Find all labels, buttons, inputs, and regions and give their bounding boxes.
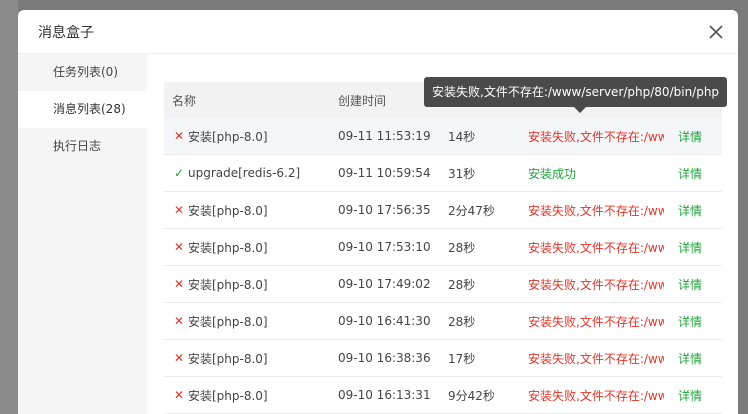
cell-action: 详情	[664, 387, 722, 404]
task-name: 安装[php-8.0]	[188, 129, 268, 144]
cross-icon: ✕	[173, 277, 185, 291]
cross-icon: ✕	[173, 240, 185, 254]
cell-time: 09-10 17:53:10	[338, 240, 431, 254]
cell-duration: 14秒	[448, 129, 476, 144]
cross-icon: ✕	[173, 388, 185, 402]
cell-duration: 28秒	[448, 240, 476, 255]
detail-link[interactable]: 详情	[678, 204, 702, 218]
page-backdrop	[0, 0, 18, 414]
cell-time: 09-10 16:41:30	[338, 314, 431, 328]
cross-icon: ✕	[173, 129, 185, 143]
cell-status: 安装失败,文件不存在:/www/server/php/80/bin/php	[528, 240, 664, 255]
cell-name: ✕ 安装[php-8.0]	[164, 387, 338, 404]
status-tooltip: 安装失败,文件不存在:/www/server/php/80/bin/php	[424, 77, 728, 113]
sidebar-item-task-list[interactable]: 任务列表(0)	[18, 54, 147, 91]
cell-time: 09-11 10:59:54	[338, 166, 431, 180]
dialog-header: 消息盒子	[18, 10, 738, 54]
task-name: 安装[php-8.0]	[188, 351, 268, 366]
cell-time: 09-10 17:49:02	[338, 277, 431, 291]
cell-time: 09-10 17:56:35	[338, 203, 431, 217]
table-row: ✕ 安装[php-8.0] 09-10 17:49:02 28秒 安装失败,文件不存在:…	[164, 266, 722, 303]
cell-time: 09-11 11:53:19	[338, 129, 431, 143]
detail-link[interactable]: 详情	[678, 167, 702, 181]
cell-time: 09-10 16:38:36	[338, 351, 431, 365]
content-area: 名称 创建时间 ✕ 安装[php-8.0] 09-11 11:53:19 14秒 安装失…	[147, 54, 738, 414]
cell-duration: 31秒	[448, 166, 476, 181]
sidebar-item-execution-log[interactable]: 执行日志	[18, 128, 147, 165]
cell-name: ✕ 安装[php-8.0]	[164, 128, 338, 145]
task-name: 安装[php-8.0]	[188, 388, 268, 403]
table-row: ✓ upgrade[redis-6.2] 09-11 10:59:54 31秒 安装成功…	[164, 155, 722, 192]
tooltip-text: 安装失败,文件不存在:/www/server/php/80/bin/php	[432, 85, 720, 99]
message-table: 名称 创建时间 ✕ 安装[php-8.0] 09-11 11:53:19 14秒 安装失…	[164, 82, 722, 414]
cell-duration: 28秒	[448, 277, 476, 292]
table-row: ✕ 安装[php-8.0] 09-10 17:53:10 28秒 安装失败,文件不存在:…	[164, 229, 722, 266]
cell-duration: 9分42秒	[448, 388, 495, 403]
cell-status: 安装失败,文件不存在:/www/server/php/80/bin/php	[528, 351, 664, 366]
close-icon	[709, 25, 723, 39]
task-name: 安装[php-8.0]	[188, 314, 268, 329]
cell-duration: 2分47秒	[448, 203, 495, 218]
cell-name: ✕ 安装[php-8.0]	[164, 313, 338, 330]
detail-link[interactable]: 详情	[678, 241, 702, 255]
check-icon: ✓	[173, 166, 185, 180]
cross-icon: ✕	[173, 203, 185, 217]
cell-status: 安装失败,文件不存在:/www/server/php/80/bin/php	[528, 129, 664, 144]
task-name: 安装[php-8.0]	[188, 277, 268, 292]
table-row: ✕ 安装[php-8.0] 09-10 16:13:31 9分42秒 安装失败,文件不存…	[164, 377, 722, 414]
cell-name: ✕ 安装[php-8.0]	[164, 239, 338, 256]
cell-action: 详情	[664, 276, 722, 293]
cell-name: ✕ 安装[php-8.0]	[164, 276, 338, 293]
cell-status: 安装失败,文件不存在:/www/server/php/80/bin/php	[528, 277, 664, 292]
cell-status: 安装成功	[528, 166, 577, 181]
table-row: ✕ 安装[php-8.0] 09-10 16:38:36 17秒 安装失败,文件不存在:…	[164, 340, 722, 377]
detail-link[interactable]: 详情	[678, 278, 702, 292]
cell-status: 安装失败,文件不存在:/www/server/php/80/bin/php	[528, 388, 664, 403]
cross-icon: ✕	[173, 314, 185, 328]
cross-icon: ✕	[173, 351, 185, 365]
cell-action: 详情	[664, 350, 722, 367]
column-header-name: 名称	[172, 93, 197, 108]
table-row: ✕ 安装[php-8.0] 09-10 16:41:30 28秒 安装失败,文件不存在:…	[164, 303, 722, 340]
task-name: 安装[php-8.0]	[188, 203, 268, 218]
detail-link[interactable]: 详情	[678, 315, 702, 329]
detail-link[interactable]: 详情	[678, 389, 702, 403]
cell-duration: 17秒	[448, 351, 476, 366]
cell-action: 详情	[664, 128, 722, 145]
task-name: upgrade[redis-6.2]	[188, 166, 301, 180]
detail-link[interactable]: 详情	[678, 352, 702, 366]
cell-time: 09-10 16:13:31	[338, 388, 431, 402]
detail-link[interactable]: 详情	[678, 130, 702, 144]
message-box-dialog: 消息盒子 任务列表(0) 消息列表(28) 执行日志 名称 创建时间 ✕ 安装[p…	[18, 10, 738, 414]
table-body: ✕ 安装[php-8.0] 09-11 11:53:19 14秒 安装失败,文件不存在:…	[164, 118, 722, 414]
cell-name: ✓ upgrade[redis-6.2]	[164, 166, 338, 180]
cell-action: 详情	[664, 202, 722, 219]
cell-name: ✕ 安装[php-8.0]	[164, 202, 338, 219]
close-button[interactable]	[704, 20, 728, 44]
cell-duration: 28秒	[448, 314, 476, 329]
table-row: ✕ 安装[php-8.0] 09-11 11:53:19 14秒 安装失败,文件不存在:…	[164, 118, 722, 155]
cell-status: 安装失败,文件不存在:/www/server/php/80/bin/php	[528, 314, 664, 329]
sidebar: 任务列表(0) 消息列表(28) 执行日志	[18, 54, 147, 414]
table-row: ✕ 安装[php-8.0] 09-10 17:56:35 2分47秒 安装失败,文件不存…	[164, 192, 722, 229]
cell-action: 详情	[664, 239, 722, 256]
sidebar-item-message-list[interactable]: 消息列表(28)	[18, 91, 147, 128]
task-name: 安装[php-8.0]	[188, 240, 268, 255]
cell-action: 详情	[664, 165, 722, 182]
cell-action: 详情	[664, 313, 722, 330]
tooltip-arrow	[574, 107, 586, 113]
cell-status: 安装失败,文件不存在:/www/server/php/80/bin/php	[528, 203, 664, 218]
dialog-title: 消息盒子	[38, 25, 94, 41]
cell-name: ✕ 安装[php-8.0]	[164, 350, 338, 367]
